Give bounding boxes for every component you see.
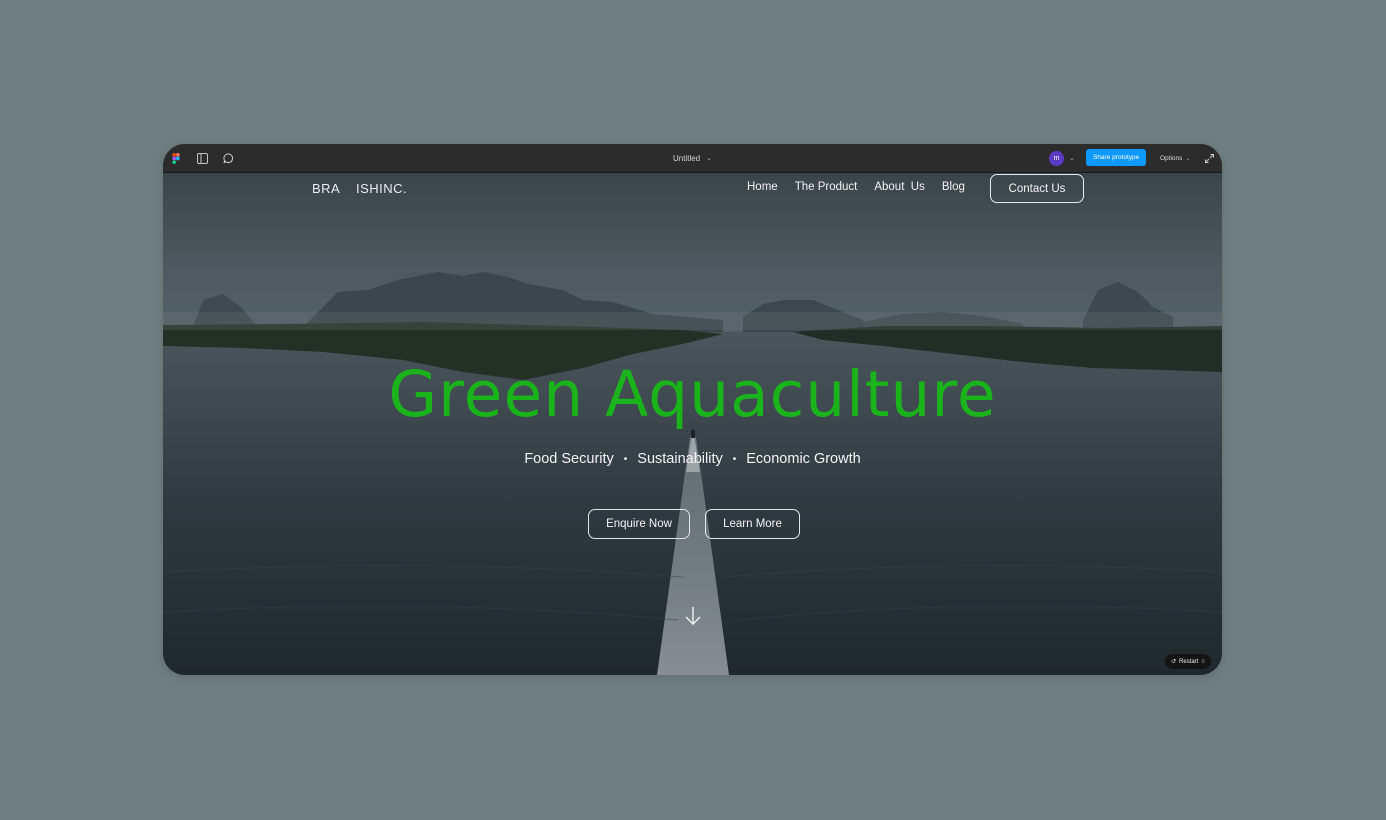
nav-link-blog[interactable]: Blog [942,181,965,193]
chevron-down-icon[interactable]: ⌄ [1069,154,1075,162]
menu-icon: ≡ [1201,658,1205,665]
prototype-window: Untitled ⌄ m ⌄ Share prototype Options ⌄ [163,144,1222,675]
restart-button[interactable]: ↺ Restart ≡ [1165,654,1211,669]
tagline-item: Food Security [524,451,614,467]
sidebar-toggle-icon[interactable] [197,144,208,172]
restart-icon: ↺ [1171,659,1177,665]
tagline-item: Economic Growth [746,451,861,467]
site-nav: Home The Product About Us Blog [747,181,982,193]
options-label[interactable]: Options [1160,155,1182,162]
figma-logo-icon[interactable] [172,144,180,172]
nav-link-home[interactable]: Home [747,181,778,193]
arrow-down-icon[interactable] [684,606,702,631]
restart-label: Restart [1179,658,1199,665]
chevron-down-icon[interactable]: ⌄ [706,154,712,162]
site-logo[interactable]: BRA ISHINC. [312,181,407,196]
nav-link-the-product[interactable]: The Product [795,181,858,193]
tagline-separator: • [623,453,628,465]
enquire-now-button[interactable]: Enquire Now [588,509,690,539]
nav-link-about-us[interactable]: About Us [874,181,925,193]
avatar[interactable]: m [1049,150,1064,166]
document-title-label[interactable]: Untitled [673,154,700,163]
chevron-down-icon[interactable]: ⌄ [1185,155,1190,162]
hero-tagline: Food Security • Sustainability • Economi… [163,451,1222,467]
expand-icon[interactable] [1205,144,1214,172]
tagline-separator: • [732,453,737,465]
tagline-item: Sustainability [637,451,723,467]
user-menu[interactable]: m ⌄ [1049,144,1075,172]
hero-section: BRA ISHINC. Home The Product About Us Bl… [163,172,1222,675]
comment-icon[interactable] [223,144,234,172]
prototype-toolbar: Untitled ⌄ m ⌄ Share prototype Options ⌄ [163,144,1222,173]
contact-us-button[interactable]: Contact Us [990,174,1084,203]
share-prototype-button[interactable]: Share prototype [1086,149,1147,166]
hero-title: Green Aquaculture [388,358,997,431]
learn-more-button[interactable]: Learn More [705,509,800,539]
options-menu[interactable]: Options ⌄ [1160,144,1190,172]
